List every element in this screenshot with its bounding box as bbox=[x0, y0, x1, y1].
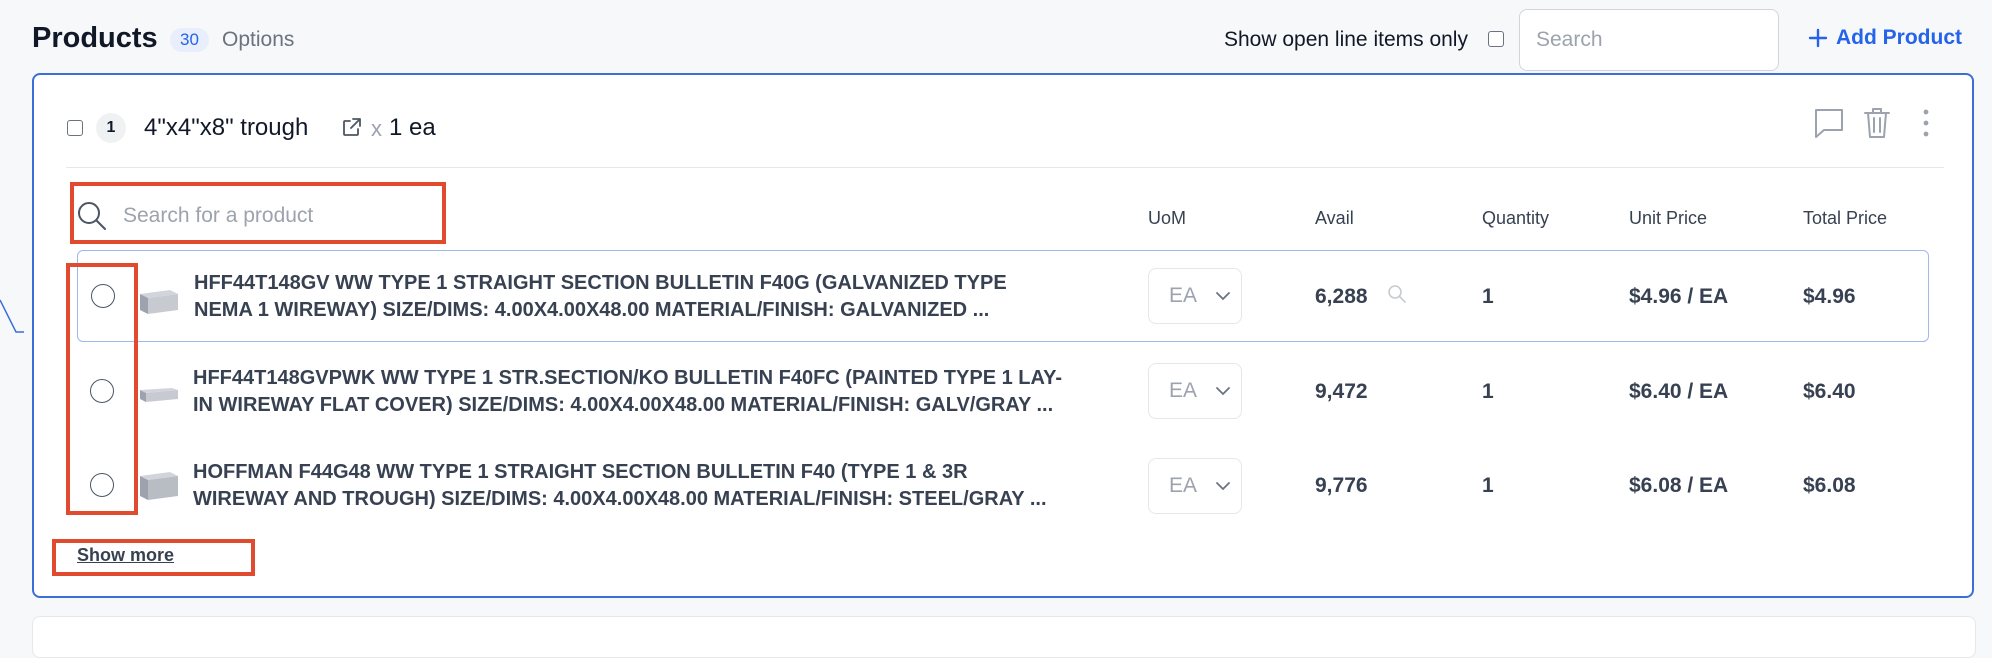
product-thumbnail bbox=[140, 472, 178, 500]
column-header-uom: UoM bbox=[1148, 208, 1187, 228]
quantity-value-1: 1 bbox=[1482, 285, 1494, 308]
line-number-badge: 1 bbox=[96, 113, 126, 143]
add-product-button[interactable]: Add Product bbox=[1808, 26, 1962, 50]
quantity-value-3: 1 bbox=[1482, 474, 1494, 497]
total-price-1: $4.96 bbox=[1803, 285, 1856, 308]
avail-value-2: 9,472 bbox=[1315, 380, 1368, 403]
open-items-checkbox[interactable] bbox=[1488, 31, 1504, 47]
column-header-total-price: Total Price bbox=[1803, 208, 1888, 228]
avail-value-3: 9,776 bbox=[1315, 474, 1368, 497]
line-item-checkbox[interactable] bbox=[67, 120, 83, 136]
uom-select-3[interactable]: EA bbox=[1148, 458, 1242, 514]
product-description-2: HFF44T148GVPWK WW TYPE 1 STR.SECTION/KO … bbox=[193, 367, 1062, 416]
product-thumbnail bbox=[140, 388, 178, 402]
total-price-2: $6.40 bbox=[1803, 380, 1856, 403]
options-link[interactable]: Options bbox=[222, 28, 294, 52]
comment-icon[interactable] bbox=[1812, 106, 1846, 140]
quantity-separator: x bbox=[371, 116, 382, 141]
availability-search-icon[interactable] bbox=[1387, 284, 1407, 304]
annotation-box-search bbox=[70, 182, 446, 244]
uom-select-1[interactable]: EA bbox=[1148, 268, 1242, 324]
column-header-avail: Avail bbox=[1315, 208, 1354, 228]
unit-price-3: $6.08 / EA bbox=[1629, 474, 1729, 497]
chevron-down-icon bbox=[1216, 482, 1230, 491]
chevron-down-icon bbox=[1216, 292, 1230, 301]
line-item-quantity: 1 ea bbox=[389, 114, 436, 141]
annotation-box-radios bbox=[66, 263, 138, 515]
header-search-input[interactable] bbox=[1520, 10, 1778, 70]
total-price-3: $6.08 bbox=[1803, 474, 1856, 497]
trash-icon[interactable] bbox=[1862, 106, 1892, 140]
avail-value-1: 6,288 bbox=[1315, 285, 1368, 308]
product-count-badge: 30 bbox=[170, 28, 209, 52]
unit-price-2: $6.40 / EA bbox=[1629, 380, 1729, 403]
unit-price-1: $4.96 / EA bbox=[1629, 285, 1729, 308]
product-description-1: HFF44T148GV WW TYPE 1 STRAIGHT SECTION B… bbox=[194, 272, 1007, 321]
open-items-label: Show open line items only bbox=[1224, 28, 1468, 51]
page-title: Products bbox=[32, 22, 158, 54]
chevron-down-icon bbox=[1216, 387, 1230, 396]
line-item-name: 4"x4"x8" trough bbox=[144, 114, 309, 141]
card-divider bbox=[66, 167, 1944, 168]
quantity-value-2: 1 bbox=[1482, 380, 1494, 403]
column-header-unit-price: Unit Price bbox=[1629, 208, 1708, 228]
more-options-icon[interactable] bbox=[1916, 106, 1936, 140]
annotation-box-show-more bbox=[52, 539, 255, 576]
header-search-field[interactable] bbox=[1519, 9, 1779, 71]
plus-icon bbox=[1808, 28, 1828, 48]
add-product-label: Add Product bbox=[1836, 26, 1962, 49]
tree-connector-line bbox=[0, 299, 24, 333]
product-description-3: HOFFMAN F44G48 WW TYPE 1 STRAIGHT SECTIO… bbox=[193, 461, 1047, 510]
product-thumbnail bbox=[140, 290, 178, 314]
external-link-icon[interactable] bbox=[340, 115, 364, 139]
next-line-item-card bbox=[32, 616, 1976, 658]
uom-select-2[interactable]: EA bbox=[1148, 363, 1242, 419]
column-header-quantity: Quantity bbox=[1482, 208, 1550, 228]
